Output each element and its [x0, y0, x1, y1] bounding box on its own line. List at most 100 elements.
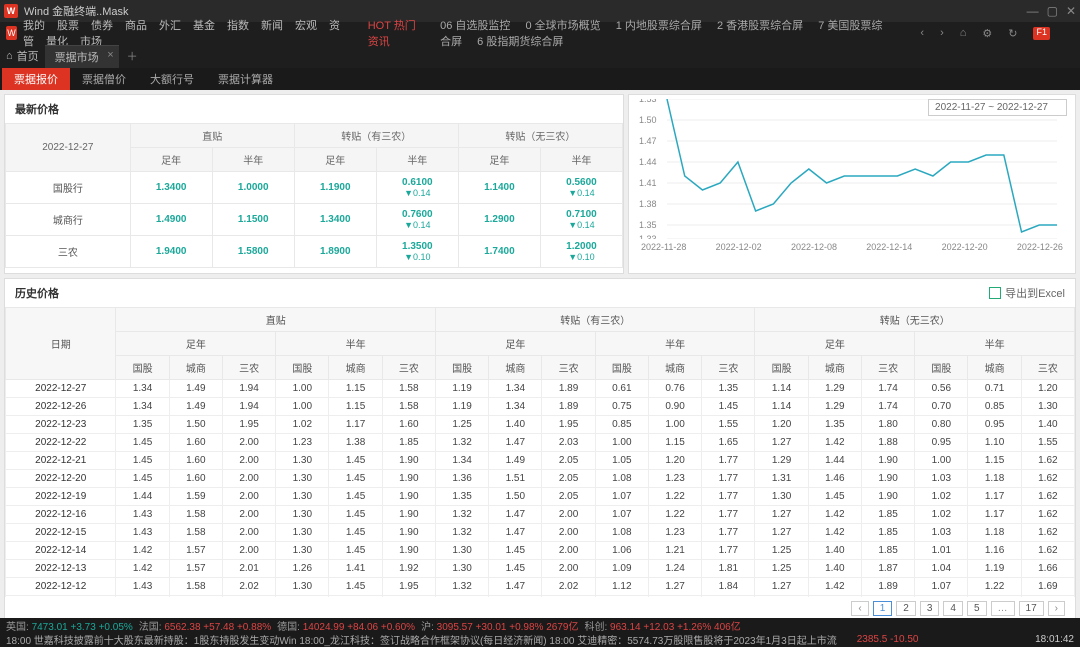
close-icon[interactable]: ✕ [1066, 4, 1076, 18]
hot-label[interactable]: HOT 热门资讯 [368, 17, 422, 49]
hot-seg[interactable]: 6 股指期货综合屏 [477, 36, 563, 48]
hist-cell: 1.43 [116, 578, 169, 596]
price-cell: 0.5600▼0.14 [540, 172, 622, 204]
svg-text:1.53: 1.53 [639, 99, 657, 104]
hot-seg[interactable]: 0 全球市场概览 [525, 20, 600, 32]
hist-cell: 1.29 [808, 398, 861, 416]
close-tab-icon[interactable]: × [107, 49, 113, 61]
maximize-icon[interactable]: ▢ [1047, 4, 1058, 18]
hot-seg[interactable]: 2 香港股票综合屏 [717, 20, 803, 32]
hist-cell: 1.40 [489, 416, 542, 434]
menu-item[interactable]: 债券 [91, 20, 113, 32]
fwd-icon[interactable]: › [940, 27, 944, 40]
pager-page[interactable]: 17 [1019, 601, 1044, 616]
home-icon[interactable]: ⌂ [960, 27, 967, 40]
hist-cell: 1.29 [755, 452, 808, 470]
hist-cell: 1.30 [435, 542, 488, 560]
price-cell: 1.7400 [458, 236, 540, 268]
hist-cell: 1.32 [435, 524, 488, 542]
hist-cell: 1.85 [861, 542, 914, 560]
hist-cell: 2.02 [222, 578, 275, 596]
hist-cell: 1.66 [1021, 560, 1074, 578]
hist-cell: 1.27 [755, 578, 808, 596]
col-g3: 转贴（无三农） [458, 124, 622, 148]
tab-active[interactable]: 票据市场× [45, 45, 119, 68]
hist-cell: 1.00 [276, 380, 329, 398]
hist-cell: 1.30 [276, 578, 329, 596]
hist-cell: 1.58 [169, 506, 222, 524]
settings-icon[interactable]: ⚙ [982, 27, 992, 40]
hist-cell: 1.45 [329, 524, 382, 542]
pager-page[interactable]: 2 [896, 601, 916, 616]
hist-cell: 1.45 [702, 398, 755, 416]
hist-cell: 1.42 [808, 578, 861, 596]
pager-prev[interactable]: ‹ [851, 601, 868, 616]
hist-cell: 1.45 [489, 542, 542, 560]
mkt: 法国: 6562.38 +57.48 +0.88% [139, 618, 271, 633]
hist-cell: 1.77 [702, 524, 755, 542]
hist-cell: 1.58 [382, 398, 435, 416]
hist-cell: 0.76 [648, 380, 701, 398]
menu-item[interactable]: 外汇 [159, 20, 181, 32]
subtab[interactable]: 大额行号 [138, 68, 206, 90]
menu-item[interactable]: 指数 [227, 20, 249, 32]
hist-cell: 1.85 [861, 524, 914, 542]
hist-cell: 0.56 [915, 380, 968, 398]
hist-cell: 1.74 [861, 380, 914, 398]
hist-cell: 1.30 [1021, 398, 1074, 416]
hist-cell: 1.23 [276, 434, 329, 452]
hist-cell: 1.24 [648, 560, 701, 578]
hist-cell: 1.89 [542, 380, 595, 398]
pager-page[interactable]: 5 [967, 601, 987, 616]
tab-home[interactable]: ⌂ 首页 [6, 48, 39, 64]
hist-cell: 1.90 [382, 452, 435, 470]
hist-cell: 1.36 [435, 470, 488, 488]
hist-cell: 1.23 [648, 524, 701, 542]
hist-cell: 1.62 [1021, 488, 1074, 506]
menu-item[interactable]: 商品 [125, 20, 147, 32]
svg-text:1.41: 1.41 [639, 178, 657, 188]
hist-cell: 1.85 [382, 434, 435, 452]
pager-next[interactable]: › [1048, 601, 1065, 616]
subtab[interactable]: 票据计算器 [206, 68, 285, 90]
hist-cell: 2.00 [222, 542, 275, 560]
minimize-icon[interactable]: — [1027, 4, 1039, 18]
pager-page[interactable]: 3 [920, 601, 940, 616]
hist-cell: 1.30 [276, 488, 329, 506]
excel-icon [989, 287, 1001, 299]
menu-item[interactable]: 我的 [23, 20, 45, 32]
hist-cell: 2.00 [222, 470, 275, 488]
menu-item[interactable]: 新闻 [261, 20, 283, 32]
menu-item[interactable]: 基金 [193, 20, 215, 32]
f1-badge[interactable]: F1 [1033, 27, 1050, 40]
hist-cell: 1.06 [595, 542, 648, 560]
back-icon[interactable]: ‹ [920, 27, 924, 40]
hist-cell: 1.27 [755, 434, 808, 452]
menu-item[interactable]: 股票 [57, 20, 79, 32]
hist-cell: 1.19 [435, 380, 488, 398]
hist-cell: 1.43 [116, 524, 169, 542]
menu-item[interactable]: 宏观 [295, 20, 317, 32]
hist-cell: 1.15 [329, 398, 382, 416]
row-label: 城商行 [6, 204, 131, 236]
pager-page[interactable]: 4 [943, 601, 963, 616]
export-excel-button[interactable]: 导出到Excel [989, 285, 1065, 301]
hist-cell: 1.51 [489, 470, 542, 488]
hist-cell: 1.23 [648, 470, 701, 488]
hot-seg[interactable]: 06 自选股监控 [440, 20, 510, 32]
hist-cell: 1.31 [755, 470, 808, 488]
price-cell: 1.8900 [294, 236, 376, 268]
refresh-icon[interactable]: ↻ [1008, 27, 1017, 40]
hist-cell: 1.27 [648, 578, 701, 596]
date-range-input[interactable]: 2022-11-27 ~ 2022-12-27 [928, 99, 1067, 116]
svg-text:1.47: 1.47 [639, 136, 657, 146]
hist-cell: 1.26 [276, 560, 329, 578]
new-tab-icon[interactable]: ＋ [127, 48, 138, 64]
hist-cell: 1.77 [702, 488, 755, 506]
hist-cell: 0.85 [595, 416, 648, 434]
hist-cell: 1.50 [169, 416, 222, 434]
hot-seg[interactable]: 1 内地股票综合屏 [616, 20, 702, 32]
subtab[interactable]: 票据报价 [2, 68, 70, 90]
subtab[interactable]: 票据僧价 [70, 68, 138, 90]
pager-page[interactable]: 1 [873, 601, 893, 616]
